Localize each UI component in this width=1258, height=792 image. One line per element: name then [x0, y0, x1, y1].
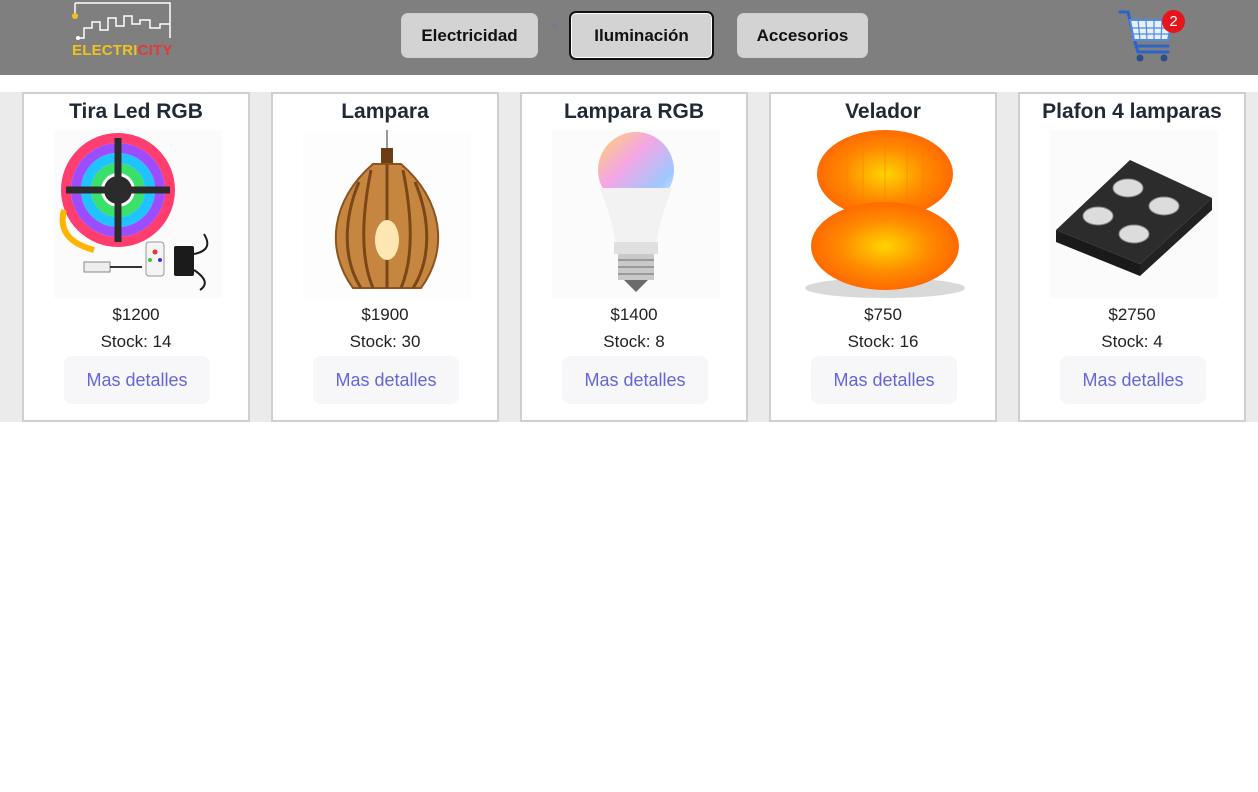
product-title: Lampara: [341, 100, 429, 123]
cart-widget[interactable]: 2: [1118, 6, 1188, 66]
product-stock: Stock: 4: [1101, 332, 1163, 351]
mas-detalles-button[interactable]: Mas detalles: [64, 356, 210, 404]
product-card: Plafon 4 lamparas $2750 Stock: 4 Mas det…: [1018, 92, 1246, 422]
nav-electricidad-button[interactable]: Electricidad: [401, 13, 538, 58]
cart-count-badge: 2: [1162, 10, 1185, 33]
mas-detalles-button[interactable]: Mas detalles: [313, 356, 459, 404]
nav-iluminacion-button[interactable]: Iluminación: [569, 11, 714, 60]
top-navbar: ELECTRICITY Electricidad ^ Iluminación A…: [0, 0, 1258, 75]
logo-text: ELECTRICITY: [72, 42, 173, 59]
product-price: $1400: [610, 305, 658, 324]
rgb-bulb-image: [552, 130, 720, 298]
nav-accesorios-button[interactable]: Accesorios: [737, 13, 868, 58]
product-card: Lampara RGB $1400 Stock: 8 Mas detalles: [520, 92, 748, 422]
product-card: Velador $750 Stock: 16 Mas detalles: [769, 92, 997, 422]
product-title: Tira Led RGB: [69, 100, 203, 123]
city-skyline-logo-icon: [72, 2, 171, 40]
mas-detalles-button[interactable]: Mas detalles: [811, 356, 957, 404]
product-title: Lampara RGB: [563, 100, 705, 123]
product-title: Plafon 4 lamparas: [1042, 100, 1222, 123]
orange-table-lamp-image: [801, 130, 969, 298]
product-stock: Stock: 8: [603, 332, 665, 351]
mas-detalles-button[interactable]: Mas detalles: [562, 356, 708, 404]
product-price: $2750: [1108, 305, 1156, 324]
product-stock: Stock: 16: [847, 332, 919, 351]
mas-detalles-button[interactable]: Mas detalles: [1060, 356, 1206, 404]
nav-separator: ^: [551, 24, 559, 34]
led-strip-image: [54, 130, 222, 298]
product-card: Lampara $1900 Stock: 30 Mas detalles: [271, 92, 499, 422]
wooden-pendant-lamp-image: [303, 130, 471, 298]
product-stock: Stock: 30: [349, 332, 421, 351]
product-price: $1900: [361, 305, 409, 324]
product-card: Tira Led RGB $1200 Stock: 14 Mas detalle…: [22, 92, 250, 422]
ceiling-spotlight-image: [1050, 130, 1218, 298]
product-title: Velador: [845, 100, 921, 123]
product-stock: Stock: 14: [100, 332, 172, 351]
brand-logo[interactable]: ELECTRICITY: [70, 0, 174, 64]
product-price: $750: [864, 305, 902, 324]
product-price: $1200: [112, 305, 160, 324]
